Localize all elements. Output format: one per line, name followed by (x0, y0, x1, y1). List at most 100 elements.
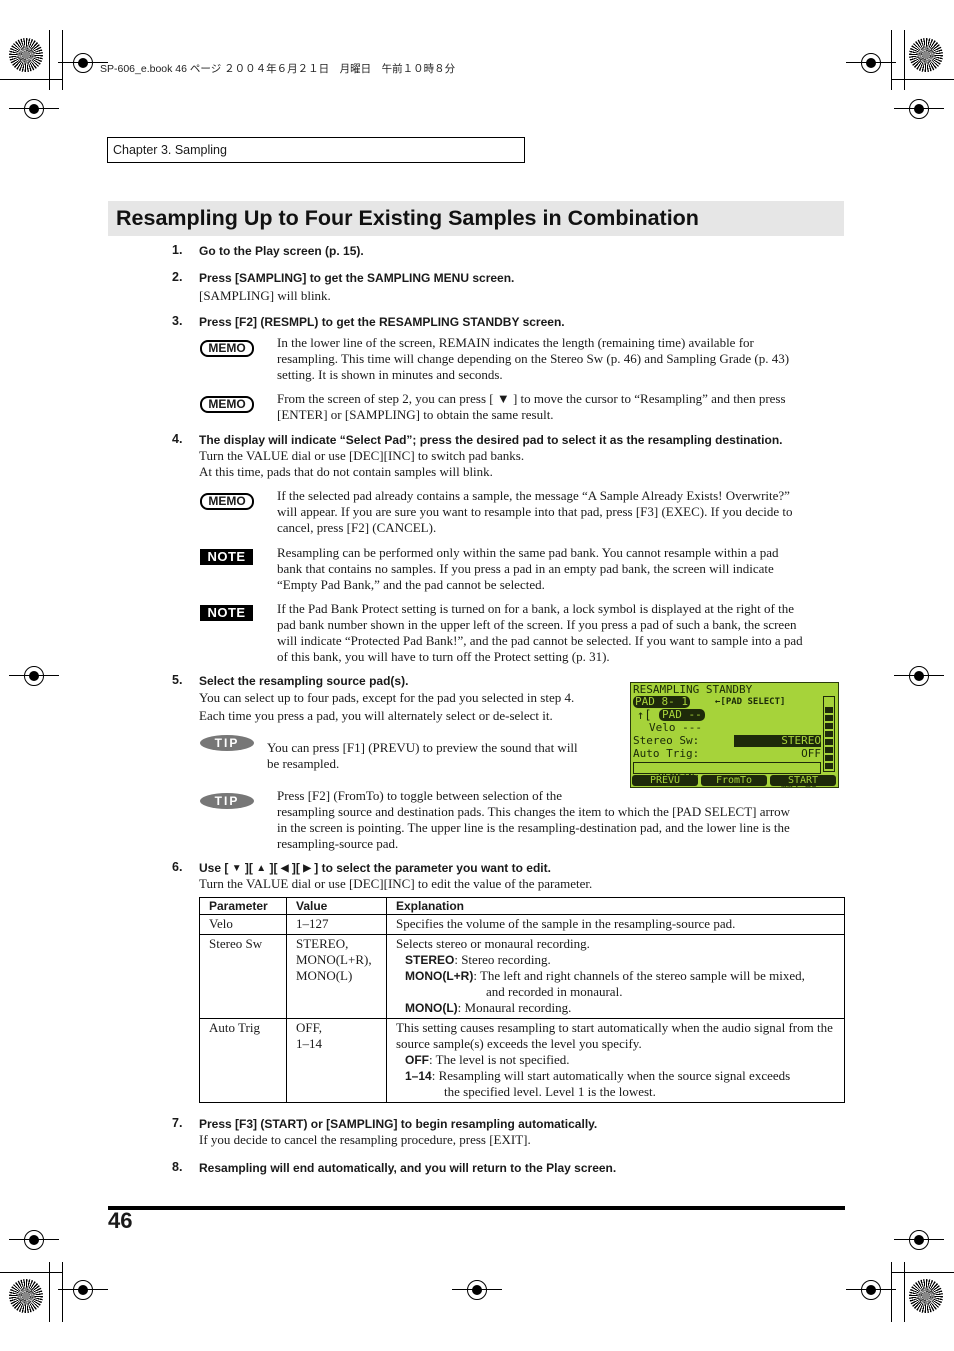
option-continuation: the specified level. Level 1 is the lowe… (444, 1084, 656, 1099)
crop-mark (0, 1272, 62, 1273)
option-line: STEREO: Stereo recording. (396, 952, 835, 968)
chapter-label: Chapter 3. Sampling (107, 137, 525, 163)
registration-target (58, 1280, 108, 1300)
crop-mark (904, 30, 905, 90)
explanation-cell: This setting causes resampling to start … (386, 1018, 845, 1103)
option-line: 1–14: Resampling will start automaticall… (396, 1068, 835, 1084)
option-key: MONO(L+R) (405, 969, 474, 983)
text-line: of this bank, you will have to turn off … (277, 649, 610, 664)
value-cell: OFF, 1–14 (286, 1018, 387, 1103)
text-line: resampling. This time will change depend… (277, 351, 790, 366)
step-number: 3. (172, 314, 183, 328)
step-heading: Use [ ▼ ][ ▲ ][ ◀ ][ ▶ ] to select the p… (199, 861, 551, 875)
lcd-dest-pad: PAD 8- 1 (633, 695, 690, 708)
text-line: In the lower line of the screen, REMAIN … (277, 335, 754, 350)
left-arrow-icon: ◀ (280, 863, 289, 874)
step-number: 6. (172, 860, 183, 874)
step-number: 2. (172, 270, 183, 284)
text-line: Press [F2] (FromTo) to toggle between se… (277, 788, 563, 803)
up-arrow-icon: ▲ (256, 863, 267, 874)
lcd-f2-fromto: FromTo (701, 775, 767, 786)
crop-mark (892, 79, 954, 80)
param-cell: Velo (199, 914, 287, 935)
option-line: MONO(L): Monaural recording. (396, 1000, 835, 1016)
step-heading: Press [F3] (START) or [SAMPLING] to begi… (199, 1117, 598, 1131)
lcd-f3-start: START (770, 775, 836, 786)
explanation-text: This setting causes resampling to start … (396, 1020, 833, 1051)
lcd-resampling-standby-screen: RESAMPLING STANDBY PAD 8- 1 ←[PAD SELECT… (630, 682, 839, 788)
registration-target (452, 1280, 502, 1300)
step-body: [SAMPLING] will blink. (199, 288, 331, 303)
crop-mark (891, 30, 892, 90)
step-body: Turn the VALUE dial or use [DEC][INC] to… (199, 876, 593, 891)
value-line: 1–14 (296, 1036, 322, 1051)
memo-text: In the lower line of the screen, REMAIN … (277, 335, 789, 383)
lcd-f1-prevu: PREVU (632, 775, 698, 786)
value-line: MONO(L) (296, 968, 353, 983)
registration-target (9, 1230, 59, 1250)
crop-mark (891, 1262, 892, 1322)
page-number: 46 (108, 1208, 133, 1233)
text-part: ][ (288, 861, 304, 875)
print-header-info: SP-606_e.book 46 ページ ２００４年６月２１日 月曜日 午前１０… (100, 63, 456, 75)
step-body: Turn the VALUE dial or use [DEC][INC] to… (199, 448, 524, 480)
text-part: ][ (266, 861, 281, 875)
option-line: OFF: The level is not specified. (396, 1052, 835, 1068)
step-number: 1. (172, 243, 183, 257)
registration-target (846, 1280, 896, 1300)
note-text: Resampling can be performed only within … (277, 545, 778, 593)
lcd-trig-value: OFF (801, 747, 821, 760)
column-header: Value (286, 897, 387, 915)
column-header: Explanation (386, 897, 845, 915)
crop-mark (49, 30, 50, 90)
option-key: STEREO (405, 953, 455, 967)
step-heading: Resampling will end automatically, and y… (199, 1161, 617, 1175)
text-line: You can select up to four pads, except f… (199, 690, 575, 705)
option-text: : The left and right channels of the ste… (473, 968, 805, 983)
registration-target (58, 53, 108, 73)
value-cell: 1–127 (286, 914, 387, 935)
text-line: Each time you press a pad, you will alte… (199, 708, 553, 723)
value-line: STEREO, (296, 936, 349, 951)
registration-starburst-top-left (9, 38, 43, 72)
option-text: : Monaural recording. (457, 1000, 572, 1015)
option-key: 1–14 (405, 1069, 432, 1083)
lcd-pad-select-arrow: ←[PAD SELECT] (715, 697, 786, 707)
param-cell: Stereo Sw (199, 934, 287, 1019)
option-key: OFF (405, 1053, 429, 1067)
crop-mark (0, 79, 62, 80)
section-title-bar: Resampling Up to Four Existing Samples i… (108, 201, 844, 236)
lcd-level-meter (823, 696, 835, 772)
value-line: MONO(L+R), (296, 952, 372, 967)
registration-target (894, 99, 944, 119)
table-row: Velo 1–127 Specifies the volume of the s… (199, 914, 845, 935)
option-key: MONO(L) (405, 1001, 458, 1015)
option-text: : Stereo recording. (454, 952, 551, 967)
registration-target (9, 99, 59, 119)
table-header-row: Parameter Value Explanation (199, 897, 845, 915)
step-number: 4. (172, 432, 183, 446)
memo-badge: MEMO (200, 340, 254, 357)
lcd-trig-label: Auto Trig: (633, 747, 700, 760)
lcd-source-pad: PAD -- (659, 709, 705, 721)
registration-target (846, 53, 896, 73)
text-line: From the screen of step 2, you can press… (277, 391, 786, 406)
crop-mark (62, 30, 63, 90)
text-line: bank that contains no samples. If you pr… (277, 561, 774, 576)
step-body: You can select up to four pads, except f… (199, 689, 574, 725)
page-title: Resampling Up to Four Existing Samples i… (116, 206, 699, 230)
memo-text: If the selected pad already contains a s… (277, 488, 793, 536)
text-line: At this time, pads that do not contain s… (199, 464, 493, 479)
lcd-remain-box: REMAIN: 002'08 (633, 762, 821, 787)
step-number: 8. (172, 1160, 183, 1174)
lcd-stereo-value: STEREO (734, 735, 821, 747)
text-part: ] to select the parameter you want to ed… (310, 861, 551, 875)
registration-target (894, 1230, 944, 1250)
note-badge: NOTE (200, 549, 253, 565)
crop-mark (892, 1272, 954, 1273)
text-line: You can press [F1] (PREVU) to preview th… (267, 740, 578, 755)
step-number: 5. (172, 673, 183, 687)
right-arrow-icon: ▶ (303, 863, 311, 874)
lcd-stereo-label: Stereo Sw: (633, 734, 700, 747)
explanation-cell: Specifies the volume of the sample in th… (386, 914, 845, 935)
